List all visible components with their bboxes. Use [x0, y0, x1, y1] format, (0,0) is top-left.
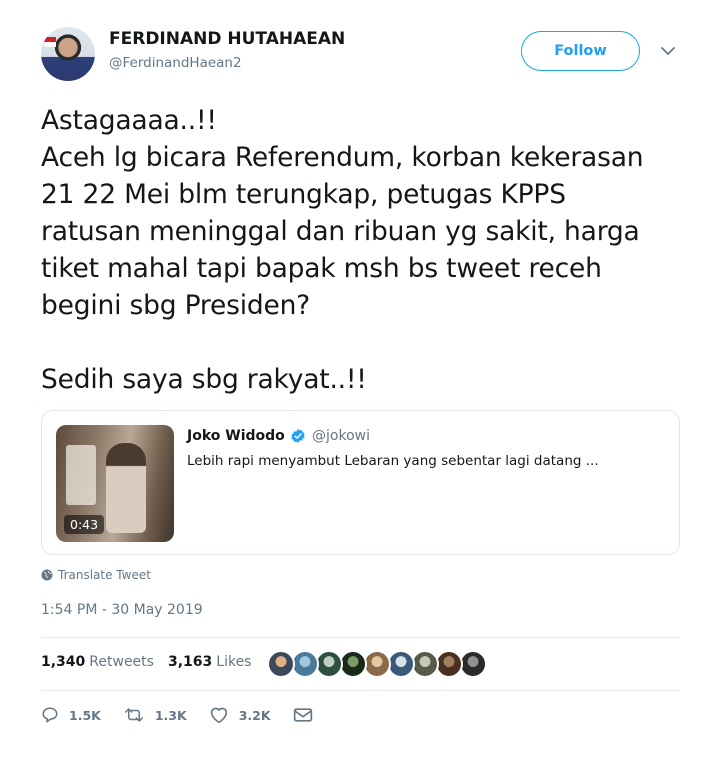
likes-count[interactable]: 3,163	[168, 654, 212, 670]
tweet-closing-line: Sedih saya sbg rakyat..!!	[41, 364, 367, 395]
quoted-tweet-card[interactable]: 0:43 Joko Widodo @jokowi Lebih rapi meny…	[41, 410, 680, 555]
tweet-actions: 1.5K 1.3K 3.2K	[41, 706, 345, 724]
envelope-icon	[293, 708, 312, 722]
retweets-label[interactable]: Retweets	[89, 654, 154, 670]
likes-label[interactable]: Likes	[216, 654, 251, 670]
verified-badge-icon	[290, 428, 306, 444]
reply-count: 1.5K	[69, 707, 101, 723]
quoted-author-name[interactable]: Joko Widodo	[187, 428, 285, 444]
translate-label: Translate Tweet	[58, 568, 151, 582]
video-duration: 0:43	[64, 515, 105, 534]
retweet-button[interactable]: 1.3K	[123, 706, 187, 724]
like-button[interactable]: 3.2K	[209, 706, 271, 724]
chevron-down-icon[interactable]	[660, 44, 676, 58]
tweet-stats: 1,340 Retweets 3,163 Likes	[41, 654, 251, 670]
thumbnail-background	[66, 445, 96, 505]
liker-avatar[interactable]	[315, 650, 343, 678]
quoted-author-handle[interactable]: @jokowi	[312, 428, 370, 444]
author-display-name[interactable]: FERDINAND HUTAHAEAN	[109, 29, 345, 49]
translate-tweet-link[interactable]: Translate Tweet	[41, 568, 151, 582]
liker-avatars[interactable]	[267, 650, 487, 678]
liker-avatar[interactable]	[363, 650, 391, 678]
tweet-line: 21 22 Mei blm terungkap, petugas KPPS	[41, 179, 566, 210]
divider	[41, 637, 680, 638]
like-count: 3.2K	[238, 707, 271, 723]
tweet-line: begini sbg Presiden?	[41, 290, 311, 321]
retweets-count[interactable]: 1,340	[41, 654, 85, 670]
liker-avatar[interactable]	[435, 650, 463, 678]
liker-avatar[interactable]	[339, 650, 367, 678]
divider	[41, 690, 680, 691]
globe-icon	[41, 569, 53, 581]
thumbnail-figure	[106, 443, 146, 533]
author-handle[interactable]: @FerdinandHaean2	[109, 55, 242, 71]
liker-avatar[interactable]	[411, 650, 439, 678]
quoted-tweet-text: Lebih rapi menyambut Lebaran yang sebent…	[187, 453, 599, 469]
tweet-line: ratusan meninggal dan ribuan yg sakit, h…	[41, 216, 640, 247]
heart-icon	[210, 707, 227, 724]
tweet-line: Astagaaaa..!!	[41, 105, 217, 136]
liker-avatar[interactable]	[291, 650, 319, 678]
liker-avatar[interactable]	[459, 650, 487, 678]
tweet-timestamp[interactable]: 1:54 PM - 30 May 2019	[41, 602, 203, 618]
video-thumbnail[interactable]: 0:43	[56, 425, 174, 542]
tweet-line: Aceh lg bicara Referendum, korban kekera…	[41, 142, 644, 173]
direct-message-button[interactable]	[293, 707, 323, 723]
author-avatar[interactable]	[41, 27, 95, 81]
tweet-line: tiket mahal tapi bapak msh bs tweet rece…	[41, 253, 602, 284]
liker-avatar[interactable]	[387, 650, 415, 678]
reply-button[interactable]: 1.5K	[41, 706, 101, 724]
reply-icon	[42, 707, 58, 723]
tweet-text: Astagaaaa..!! Aceh lg bicara Referendum,…	[41, 102, 701, 398]
follow-button[interactable]: Follow	[521, 31, 640, 71]
retweet-icon	[124, 708, 143, 722]
flag-icon	[44, 37, 56, 47]
liker-avatar[interactable]	[267, 650, 295, 678]
retweet-count: 1.3K	[154, 707, 187, 723]
